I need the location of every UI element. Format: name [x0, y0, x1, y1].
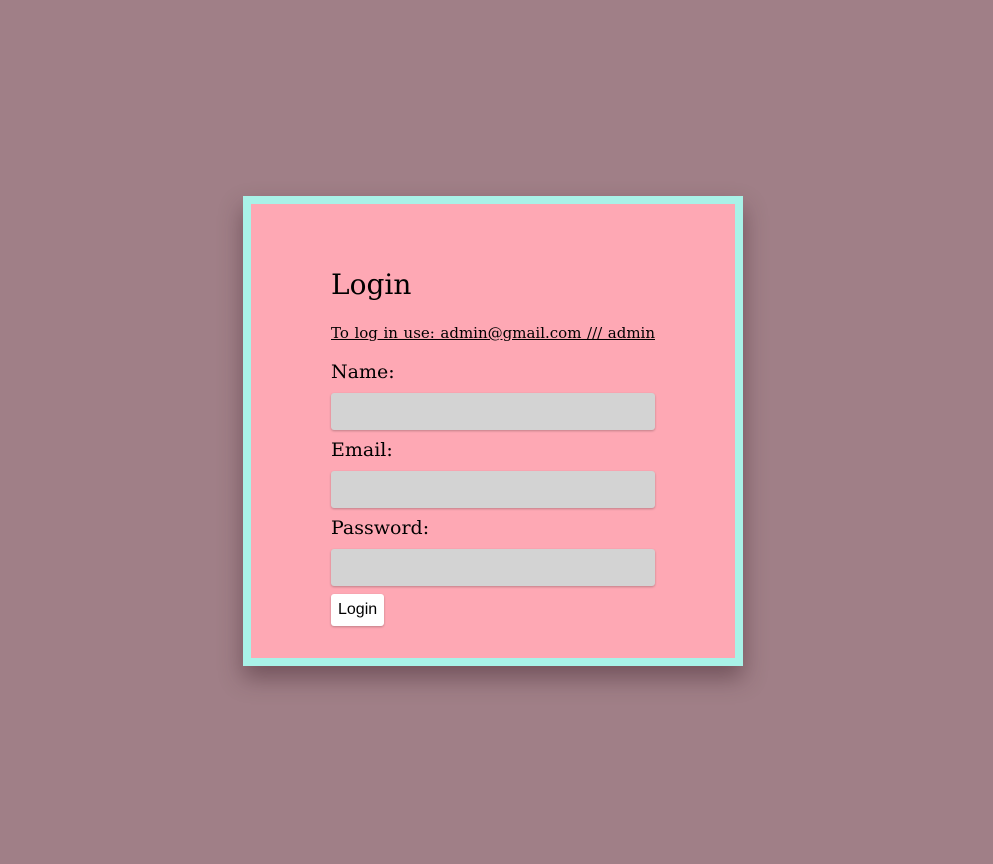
login-button[interactable]: Login — [331, 594, 385, 626]
login-title: Login — [331, 268, 412, 301]
email-input[interactable] — [331, 471, 655, 508]
password-input[interactable] — [331, 549, 655, 586]
login-card: Login To log in use: admin@gmail.com ///… — [243, 196, 743, 666]
name-label: Name: — [331, 361, 395, 383]
login-hint-link[interactable]: To log in use: admin@gmail.com /// admin — [331, 324, 655, 342]
email-label: Email: — [331, 439, 393, 461]
name-input[interactable] — [331, 393, 655, 430]
password-label: Password: — [331, 517, 430, 539]
